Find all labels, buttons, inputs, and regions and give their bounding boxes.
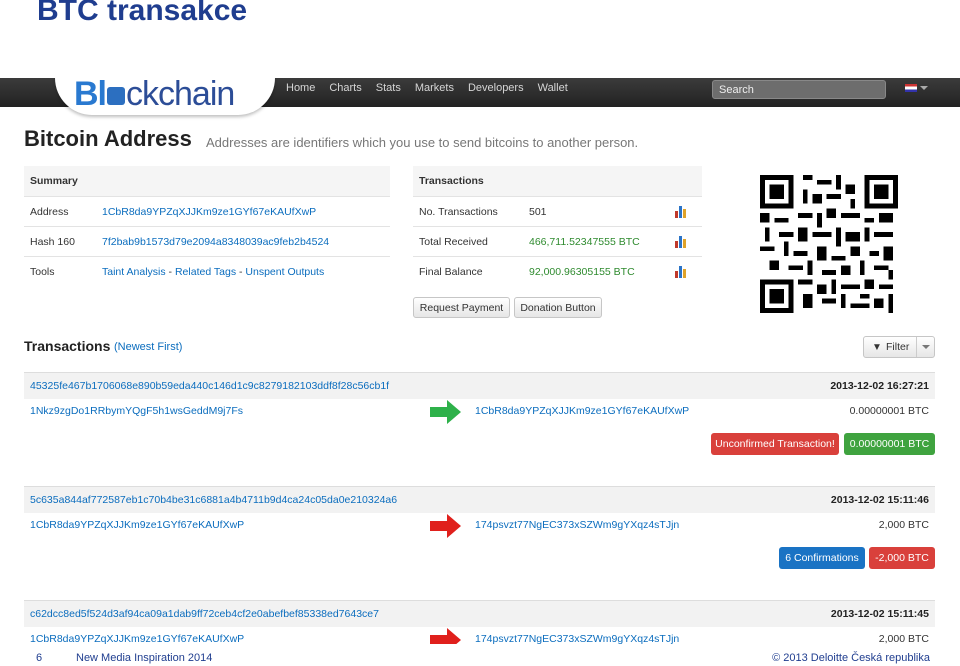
nav-wallet[interactable]: Wallet (538, 78, 568, 107)
qr-code-icon (760, 175, 898, 313)
transaction-hash-link[interactable]: 5c635a844af772587eb1c70b4be31c6881a4b471… (30, 487, 397, 513)
output-amount: 2,000 BTC (878, 519, 929, 531)
search-input[interactable]: Search (712, 80, 886, 99)
summary-row-hash160: Hash 160 7f2bab9b1573d79e2094a8348039ac9… (24, 226, 390, 256)
arrow-right-icon (430, 628, 461, 644)
chevron-down-icon[interactable] (920, 86, 928, 90)
to-address-link[interactable]: 174psvzt77NgEC373xSZWm9gYXqz4sTJjn (475, 516, 679, 534)
nav-links: Home Charts Stats Markets Developers Wal… (286, 78, 568, 107)
transaction-header: c62dcc8ed5f524d3af94ca09a1dab9ff72ceb4cf… (24, 600, 935, 627)
nav-markets[interactable]: Markets (415, 78, 454, 107)
transactions-header-row: Transactions (413, 166, 702, 196)
divider (916, 337, 917, 357)
final-balance-value: 92,000.96305155 BTC (529, 266, 635, 278)
page-title: Bitcoin Address (24, 126, 192, 151)
nav-home[interactable]: Home (286, 78, 315, 107)
tools-links: Taint Analysis - Related Tags - Unspent … (102, 257, 324, 287)
logo-text-start: Bl (74, 78, 107, 113)
tx-stat-label: No. Transactions (419, 206, 498, 218)
summary-label: Address (30, 206, 69, 218)
summary-label: Tools (30, 266, 55, 278)
filter-icon: ▼ (872, 342, 882, 353)
transaction-date: 2013-12-02 15:11:46 (830, 494, 929, 506)
hash160-link[interactable]: 7f2bab9b1573d79e2094a8348039ac9feb2b4524 (102, 227, 329, 257)
arrow-right-icon (430, 514, 461, 538)
summary-header-row: Summary (24, 166, 390, 196)
transaction-hash-link[interactable]: c62dcc8ed5f524d3af94ca09a1dab9ff72ceb4cf… (30, 601, 379, 627)
summary-table: Summary Address 1CbR8da9YPZqXJJKm9ze1GYf… (24, 166, 390, 286)
language-flag-icon[interactable] (905, 84, 917, 92)
chevron-down-icon (922, 345, 930, 349)
transaction-date: 2013-12-02 15:11:45 (830, 608, 929, 620)
logo-text-end: ckchain (126, 78, 235, 113)
tx-stat-label: Final Balance (419, 266, 483, 278)
transaction-item: 5c635a844af772587eb1c70b4be31c6881a4b471… (24, 486, 935, 576)
transactions-header: Transactions (419, 175, 484, 187)
total-received-value: 466,711.52347555 BTC (529, 236, 640, 248)
nav-charts[interactable]: Charts (329, 78, 361, 107)
donation-button[interactable]: Donation Button (514, 297, 602, 318)
summary-header: Summary (30, 175, 78, 187)
bar-chart-icon[interactable] (675, 206, 688, 218)
page-subtitle: Addresses are identifiers which you use … (206, 135, 639, 150)
slide-title: BTC transakce (37, 0, 248, 27)
from-address-link[interactable]: 1CbR8da9YPZqXJJKm9ze1GYf67eKAUfXwP (30, 630, 244, 644)
request-payment-button[interactable]: Request Payment (413, 297, 510, 318)
tx-stat-label: Total Received (419, 236, 488, 248)
amount-badge[interactable]: -2,000 BTC (869, 547, 935, 569)
nav-developers[interactable]: Developers (468, 78, 524, 107)
transaction-hash-link[interactable]: 45325fe467b1706068e890b59eda440c146d1c9c… (30, 373, 389, 399)
unspent-outputs-link[interactable]: Unspent Outputs (245, 266, 324, 278)
footer-copyright: © 2013 Deloitte Česká republika (772, 652, 930, 664)
footer-event-name: New Media Inspiration 2014 (76, 652, 213, 664)
separator: - (165, 266, 175, 278)
transaction-date: 2013-12-02 16:27:21 (830, 380, 929, 392)
total-received-row: Total Received 466,711.52347555 BTC (413, 226, 702, 256)
related-tags-link[interactable]: Related Tags (175, 266, 236, 278)
bar-chart-icon[interactable] (675, 236, 688, 248)
browser-screenshot: Home Charts Stats Markets Developers Wal… (0, 78, 960, 644)
tx-count-row: No. Transactions 501 (413, 196, 702, 226)
filter-label: Filter (886, 341, 910, 353)
logo-cube-icon (107, 87, 125, 106)
nav-stats[interactable]: Stats (376, 78, 401, 107)
summary-label: Hash 160 (30, 236, 75, 248)
page-number: 6 (36, 652, 43, 664)
transactions-order-label: (Newest First) (114, 341, 183, 353)
output-amount: 2,000 BTC (878, 633, 929, 644)
summary-row-address: Address 1CbR8da9YPZqXJJKm9ze1GYf67eKAUfX… (24, 196, 390, 226)
transactions-title: Transactions (24, 338, 111, 354)
transaction-header: 5c635a844af772587eb1c70b4be31c6881a4b471… (24, 486, 935, 513)
summary-row-tools: Tools Taint Analysis - Related Tags - Un… (24, 256, 390, 286)
slide-footer: 6 New Media Inspiration 2014 © 2013 Delo… (0, 644, 960, 666)
amount-badge[interactable]: 0.00000001 BTC (844, 433, 935, 455)
to-address-link[interactable]: 1CbR8da9YPZqXJJKm9ze1GYf67eKAUfXwP (475, 402, 689, 420)
unconfirmed-badge[interactable]: Unconfirmed Transaction! (711, 433, 839, 455)
tx-count-value: 501 (529, 206, 547, 218)
arrow-right-icon (430, 400, 461, 424)
transactions-summary-table: Transactions No. Transactions 501 Total … (413, 166, 702, 286)
from-address-link[interactable]: 1Nkz9zgDo1RRbymYQgF5h1wsGeddM9j7Fs (30, 402, 243, 420)
taint-analysis-link[interactable]: Taint Analysis (102, 266, 166, 278)
blockchain-logo[interactable]: Bl ckchain (74, 78, 235, 114)
final-balance-row: Final Balance 92,000.96305155 BTC (413, 256, 702, 286)
filter-dropdown[interactable]: ▼ Filter (863, 336, 935, 358)
transaction-item: 45325fe467b1706068e890b59eda440c146d1c9c… (24, 372, 935, 462)
transaction-item: c62dcc8ed5f524d3af94ca09a1dab9ff72ceb4cf… (24, 600, 935, 644)
bar-chart-icon[interactable] (675, 266, 688, 278)
confirmations-badge[interactable]: 6 Confirmations (779, 547, 865, 569)
from-address-link[interactable]: 1CbR8da9YPZqXJJKm9ze1GYf67eKAUfXwP (30, 516, 244, 534)
address-link[interactable]: 1CbR8da9YPZqXJJKm9ze1GYf67eKAUfXwP (102, 197, 316, 227)
output-amount: 0.00000001 BTC (849, 405, 929, 417)
to-address-link[interactable]: 174psvzt77NgEC373xSZWm9gYXqz4sTJjn (475, 630, 679, 644)
transaction-header: 45325fe467b1706068e890b59eda440c146d1c9c… (24, 372, 935, 399)
